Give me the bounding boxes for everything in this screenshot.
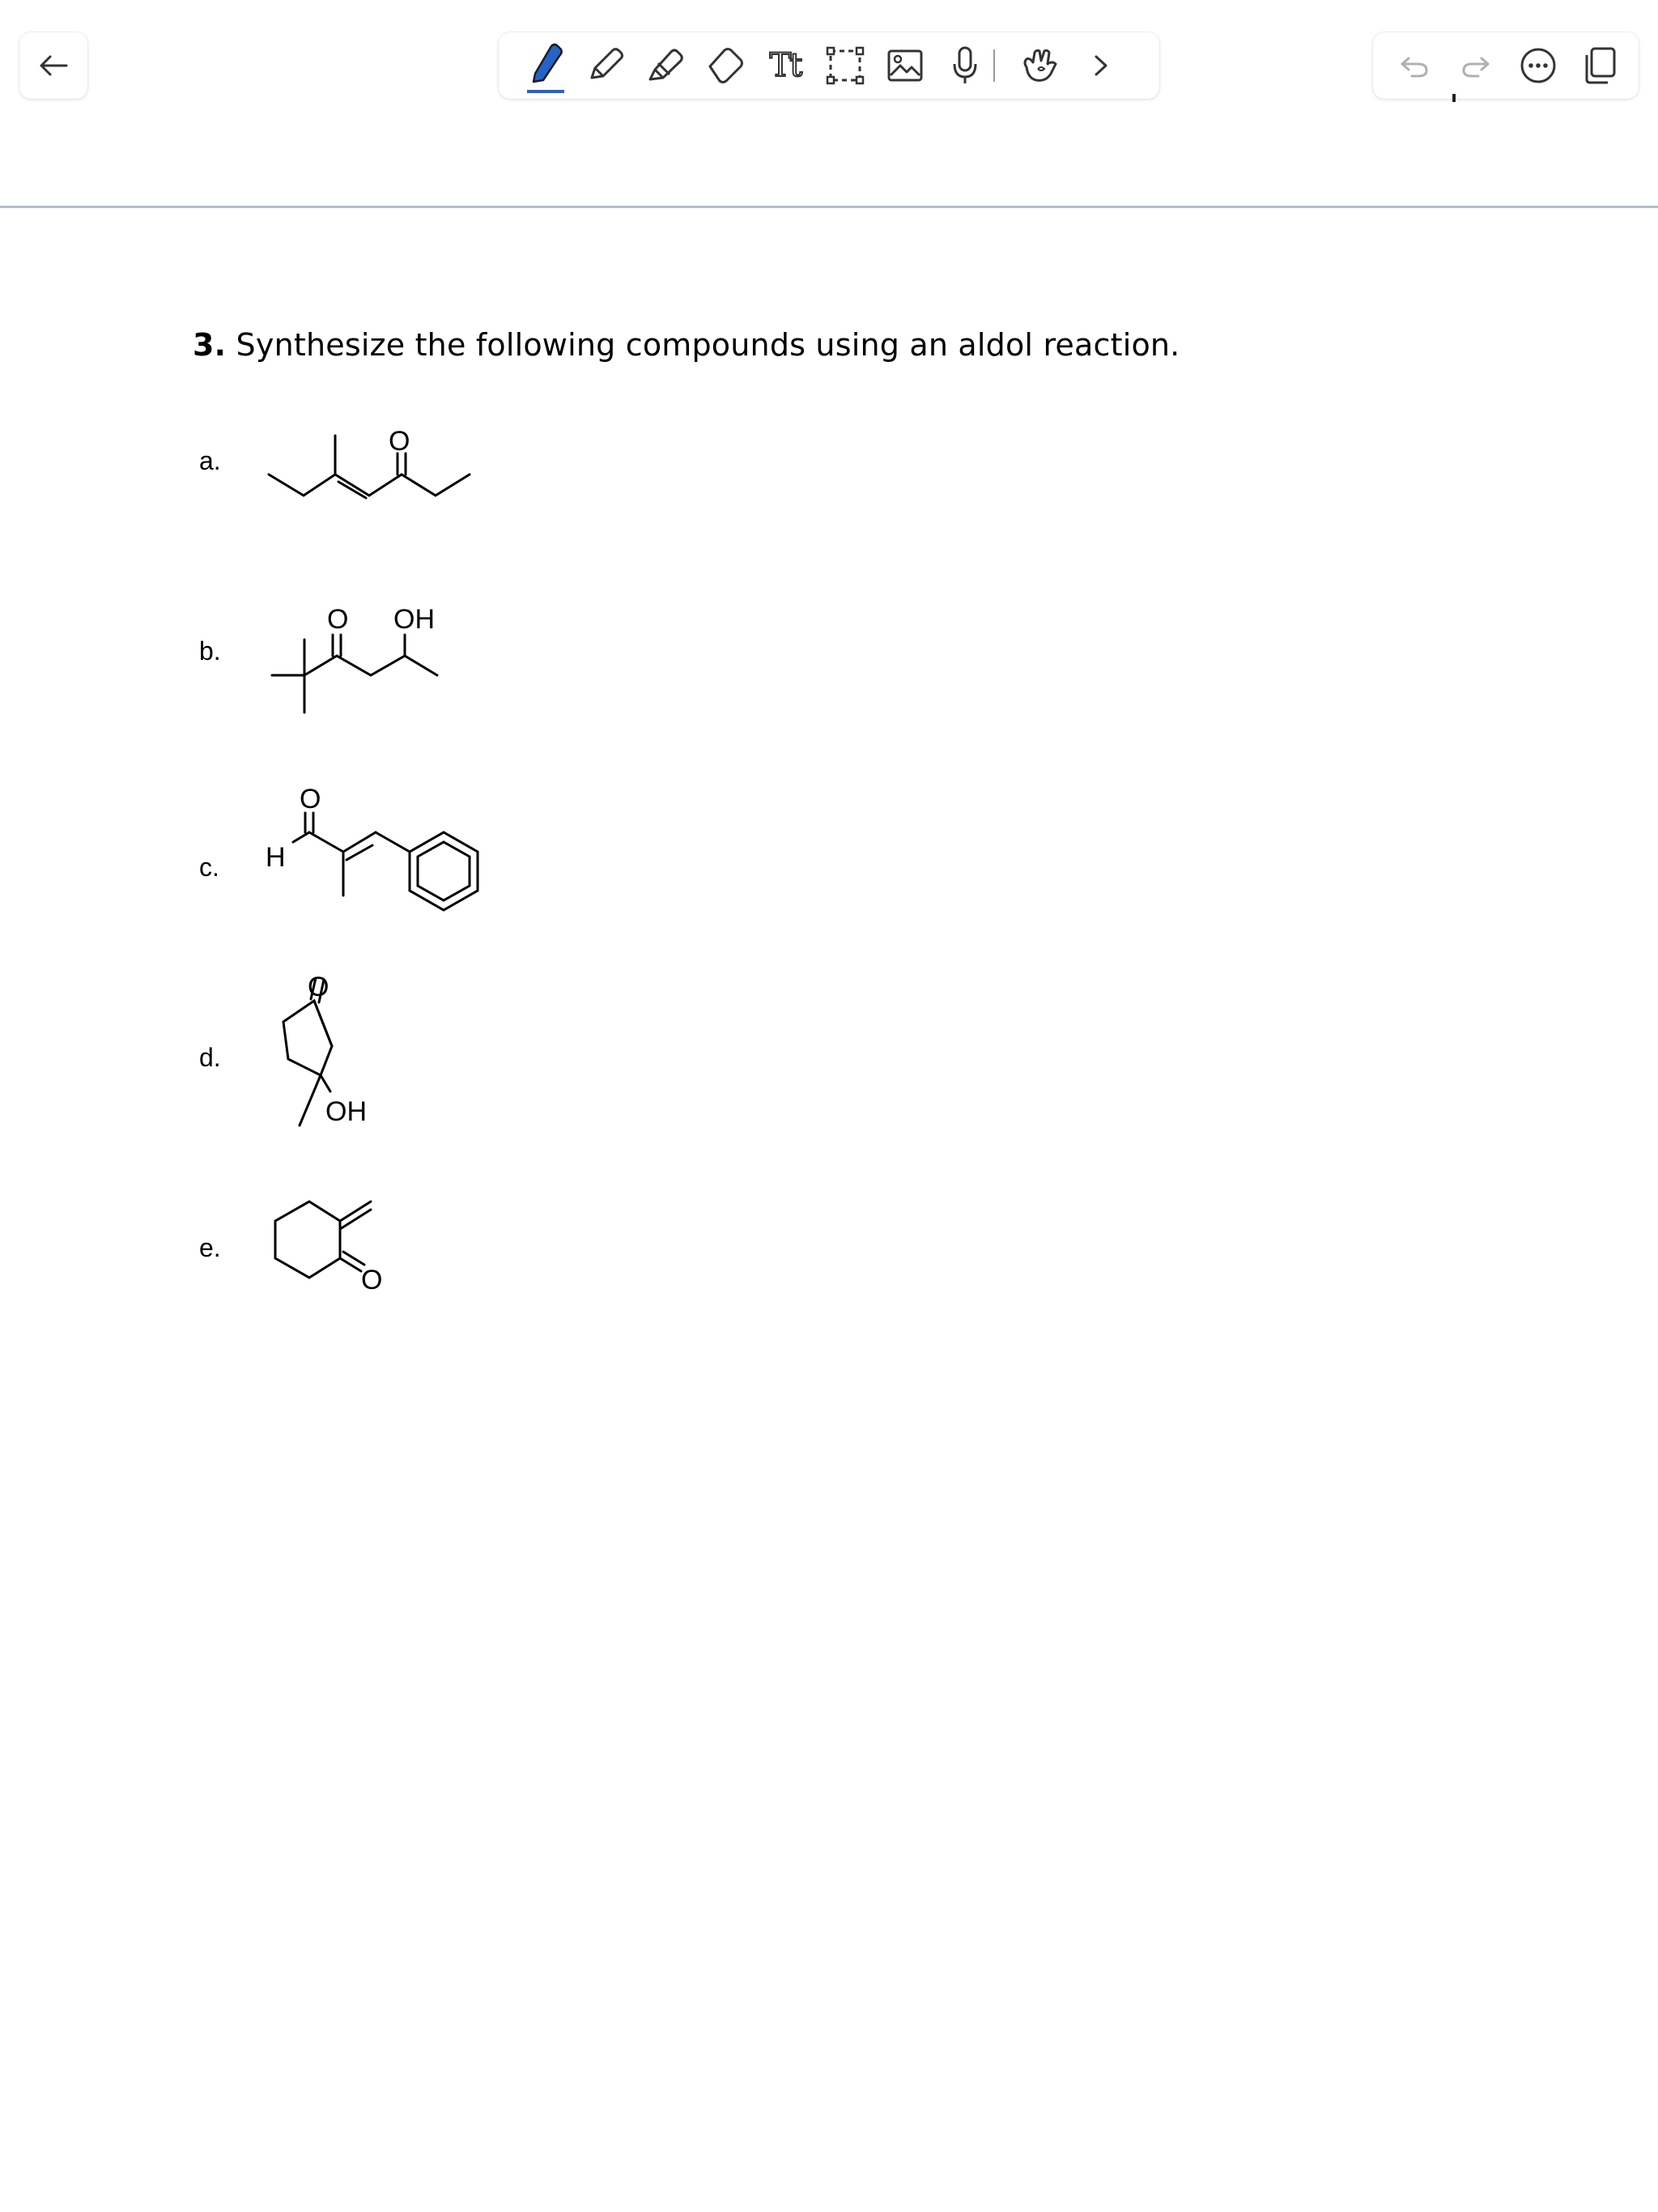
atom-label-e-o: O (361, 1265, 382, 1295)
atom-label-b-oh: OH (393, 604, 435, 635)
atom-label-d-o: O (308, 972, 329, 1002)
atom-label-c-h: H (266, 842, 286, 873)
structures-canvas: O O OH O H O OH O (266, 426, 479, 1295)
structure-a: O (267, 426, 471, 500)
atom-label-b-o: O (327, 604, 348, 635)
structure-c: O H (266, 784, 479, 912)
structure-b: O OH (270, 604, 439, 714)
structure-e: O (274, 1200, 382, 1295)
atom-label-d-oh: OH (325, 1096, 367, 1127)
atom-label-c-o: O (300, 784, 321, 815)
structure-d: O OH (282, 972, 367, 1127)
atom-label-a-o: O (389, 426, 410, 457)
